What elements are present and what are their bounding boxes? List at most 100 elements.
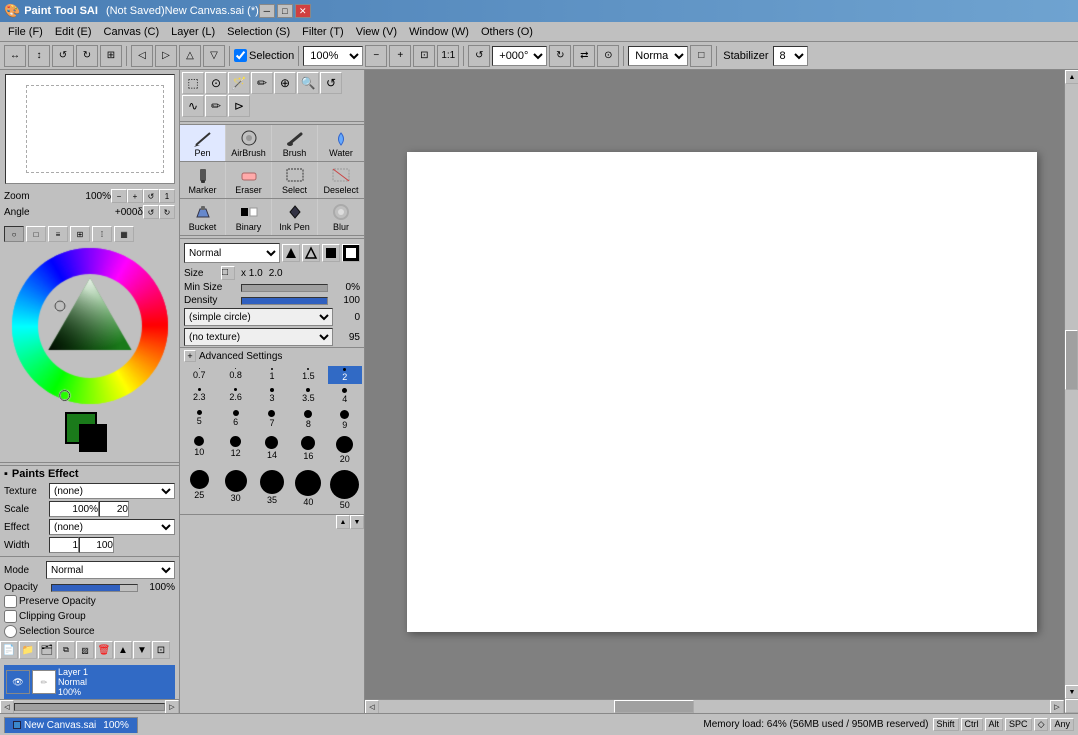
flip-h-button[interactable]: ↔	[4, 45, 26, 67]
background-swatch[interactable]	[79, 424, 107, 452]
layer-new-button[interactable]: 📄	[0, 641, 18, 659]
vscroll-thumb[interactable]	[1065, 330, 1078, 390]
maximize-button[interactable]: □	[277, 4, 293, 18]
bucket-tool-btn[interactable]: Bucket	[180, 199, 226, 235]
canvas-area[interactable]: ▲ ▼ ◁ ▷	[365, 70, 1078, 713]
mode-toggle[interactable]: □	[690, 45, 712, 67]
shape-btn-2[interactable]	[302, 244, 320, 262]
vscroll-up-btn[interactable]: ▲	[1065, 70, 1078, 84]
scroll-left-button[interactable]: ◁	[0, 700, 14, 714]
brush-size-3[interactable]: 3	[255, 386, 289, 406]
reset-rotation-button[interactable]: ⊙	[597, 45, 619, 67]
advanced-settings-toggle[interactable]: + Advanced Settings	[184, 350, 360, 362]
flip-v-button[interactable]: ↕	[28, 45, 50, 67]
select-pen-tool[interactable]: ✏	[251, 72, 273, 94]
layer-item[interactable]: 👁 ✏ Layer 1 Normal 100%	[4, 665, 175, 699]
clipping-group-checkbox[interactable]	[4, 610, 17, 623]
layer-mode-select[interactable]: Normal	[46, 561, 175, 579]
brush-texture-select[interactable]: (no texture)	[184, 328, 333, 346]
brush-size-2.3[interactable]: 2.3	[182, 386, 216, 406]
brush-size-0.7[interactable]: 0.7	[182, 366, 216, 384]
rotation-select[interactable]: +000°	[492, 46, 547, 66]
menu-view[interactable]: View (V)	[350, 24, 403, 40]
scroll-right-button[interactable]: ▷	[165, 700, 179, 714]
drawing-canvas[interactable]	[407, 152, 1037, 632]
airbrush-tool-btn[interactable]: AirBrush	[226, 125, 272, 161]
color-custom-btn[interactable]: ▦	[114, 226, 134, 242]
deselect-tool-btn[interactable]: Deselect	[318, 162, 364, 198]
eyedropper-tool[interactable]: ✏	[205, 95, 227, 117]
density-track[interactable]	[241, 297, 328, 305]
brush-size-14[interactable]: 14	[255, 434, 289, 466]
tool-scroll-down-btn[interactable]: ▼	[350, 515, 364, 529]
zoom-100-left-button[interactable]: 1	[159, 189, 175, 203]
hscroll-left-btn[interactable]: ◁	[365, 700, 379, 713]
brush-size-5[interactable]: 5	[182, 408, 216, 432]
menu-filter[interactable]: Filter (T)	[296, 24, 350, 40]
hscroll-right-btn[interactable]: ▷	[1050, 700, 1064, 713]
color-square-btn[interactable]: □	[26, 226, 46, 242]
nav-down-button[interactable]: ▽	[203, 45, 225, 67]
brush-size-35[interactable]: 35	[255, 468, 289, 512]
brush-size-10[interactable]: 10	[182, 434, 216, 466]
zoom-in-button[interactable]: +	[389, 45, 411, 67]
brush-size-2.6[interactable]: 2.6	[218, 386, 252, 406]
hscroll-thumb[interactable]	[614, 700, 694, 713]
water-tool-btn[interactable]: Water	[318, 125, 364, 161]
vscroll-down-btn[interactable]: ▼	[1065, 685, 1078, 699]
canvas-hscroll[interactable]: ◁ ▷	[365, 699, 1064, 713]
stabilizer-select[interactable]: 8 1 2 4	[773, 46, 808, 66]
magic-wand-tool[interactable]: 🪄	[228, 72, 250, 94]
selection-source-radio[interactable]	[4, 625, 17, 638]
close-button[interactable]: ✕	[295, 4, 311, 18]
grid-button[interactable]: ⊞	[100, 45, 122, 67]
preserve-opacity-checkbox[interactable]	[4, 595, 17, 608]
brush-size-6[interactable]: 6	[218, 408, 252, 432]
canvas-vscroll[interactable]: ▲ ▼	[1064, 70, 1078, 713]
binary-tool-btn[interactable]: Binary	[226, 199, 272, 235]
zoom-fit-button[interactable]: ⊡	[413, 45, 435, 67]
brush-size-12[interactable]: 12	[218, 434, 252, 466]
texture-select[interactable]: (none)	[49, 483, 175, 499]
layer-delete-button[interactable]: 🗑	[95, 641, 113, 659]
nav-left-button[interactable]: ◁	[131, 45, 153, 67]
minimize-button[interactable]: ─	[259, 4, 275, 18]
pen-tool-btn[interactable]: Pen	[180, 125, 226, 161]
brush-shape-select[interactable]: (simple circle)	[184, 308, 333, 326]
scale-max-input[interactable]	[99, 501, 129, 517]
shape-btn-1[interactable]	[282, 244, 300, 262]
mirror-button[interactable]: ⇄	[573, 45, 595, 67]
color-grid-btn[interactable]: ⊞	[70, 226, 90, 242]
brush-size-7[interactable]: 7	[255, 408, 289, 432]
brush-size-20[interactable]: 20	[328, 434, 362, 466]
rotate-left-button[interactable]: ↺	[468, 45, 490, 67]
nav-up-button[interactable]: △	[179, 45, 201, 67]
layer-move-up-button[interactable]: ▲	[114, 641, 132, 659]
menu-layer[interactable]: Layer (L)	[165, 24, 221, 40]
layer-move-down-button[interactable]: ▼	[133, 641, 151, 659]
color-dots-btn[interactable]: ⁞	[92, 226, 112, 242]
zoom-out-tool[interactable]: 🔍	[297, 72, 319, 94]
zoom-100-button[interactable]: 1:1	[437, 45, 459, 67]
rotate-right-button[interactable]: ↻	[549, 45, 571, 67]
tool-scroll-up-btn[interactable]: ▲	[336, 515, 350, 529]
shape-btn-3[interactable]	[322, 244, 340, 262]
brush-size-0.8[interactable]: 0.8	[218, 366, 252, 384]
zoom-dec-button[interactable]: −	[111, 189, 127, 203]
brush-size-3.5[interactable]: 3.5	[291, 386, 325, 406]
nav-right-button[interactable]: ▷	[155, 45, 177, 67]
brush-size-25[interactable]: 25	[182, 468, 216, 512]
layer-folder-button[interactable]: 📁	[19, 641, 37, 659]
marker-tool-btn[interactable]: Marker	[180, 162, 226, 198]
brush-size-9[interactable]: 9	[328, 408, 362, 432]
menu-file[interactable]: File (F)	[2, 24, 49, 40]
layer-more-button[interactable]: ⊡	[152, 641, 170, 659]
select-tool-btn[interactable]: Select	[272, 162, 318, 198]
ink-pen-tool-btn[interactable]: Ink Pen	[272, 199, 318, 235]
color-wheel-container[interactable]	[10, 246, 170, 406]
curve-tool[interactable]: ∿	[182, 95, 204, 117]
size-toggle-btn[interactable]: □	[221, 266, 235, 280]
layer-visibility-icon[interactable]: 👁	[6, 670, 30, 694]
zoom-select[interactable]: 100% 50% 200%	[303, 46, 363, 66]
shape-btn-4[interactable]	[342, 244, 360, 262]
